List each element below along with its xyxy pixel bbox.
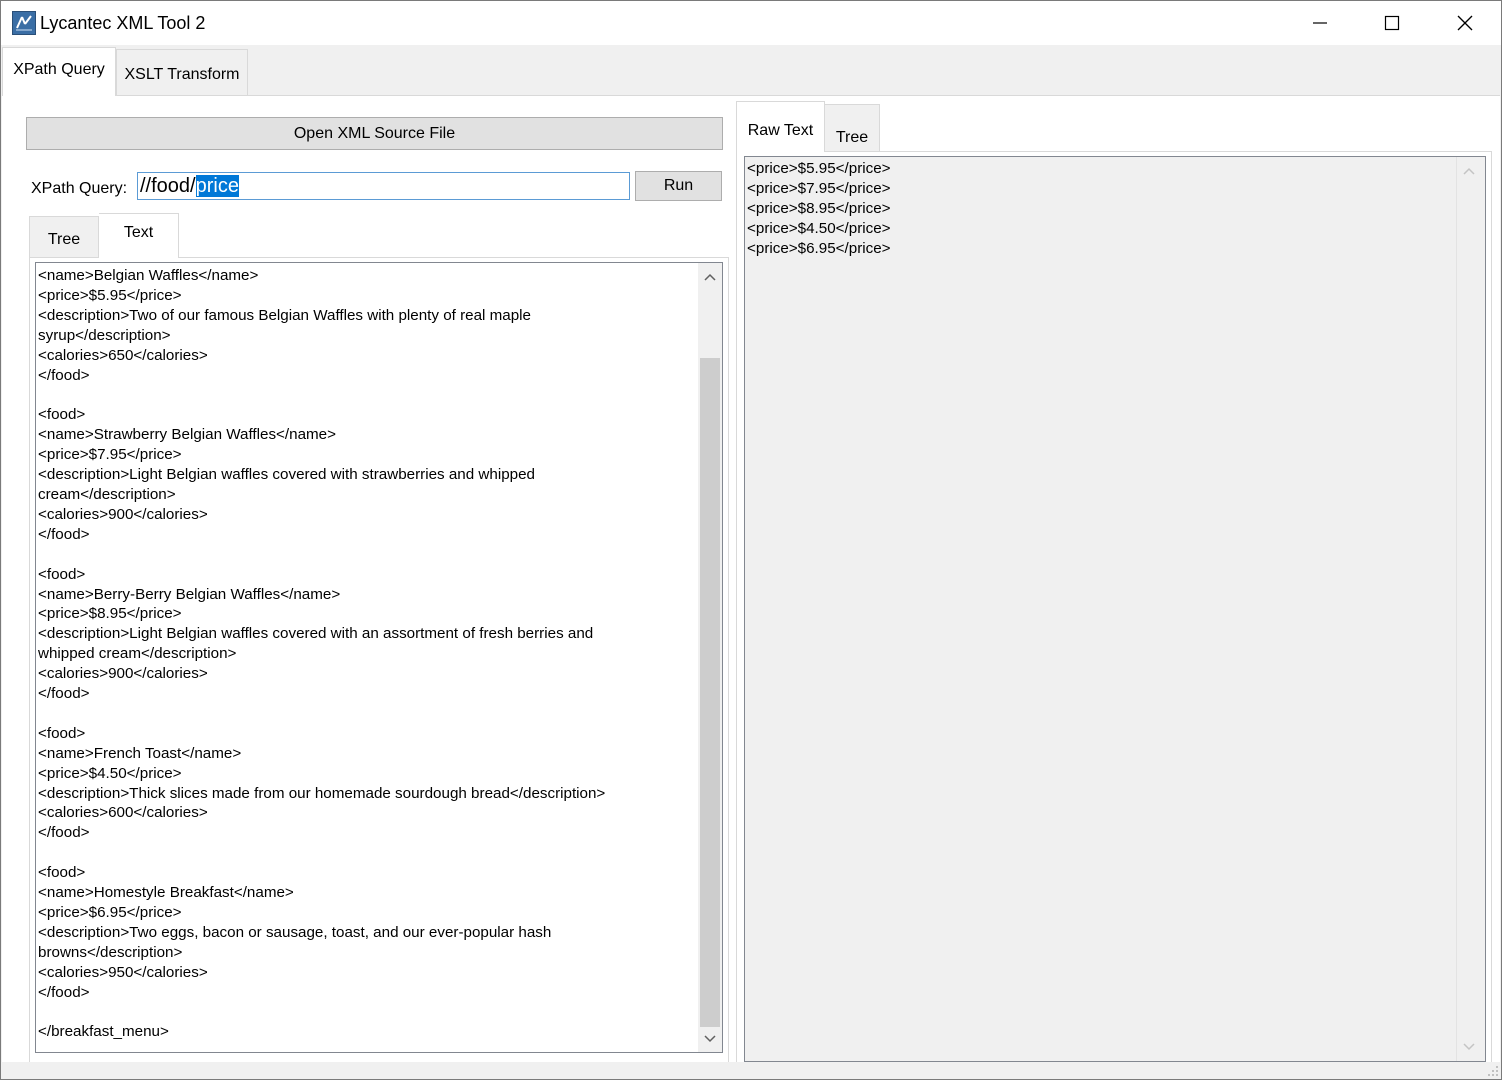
maximize-button[interactable]: [1356, 1, 1428, 45]
tab-right-raw-text[interactable]: Raw Text: [736, 101, 825, 152]
tab-left-tree[interactable]: Tree: [29, 216, 99, 258]
chevron-down-icon: [704, 1035, 716, 1043]
query-result-textbox[interactable]: <price>$5.95</price> <price>$7.95</price…: [744, 156, 1486, 1062]
run-button[interactable]: Run: [635, 171, 722, 201]
scroll-thumb[interactable]: [700, 358, 720, 1027]
tab-xpath-query[interactable]: XPath Query: [2, 47, 116, 96]
minimize-button[interactable]: [1284, 1, 1356, 45]
chevron-up-icon: [704, 273, 716, 281]
button-label: Open XML Source File: [293, 124, 456, 142]
scroll-down-button[interactable]: [698, 1029, 722, 1049]
scroll-up-button[interactable]: [698, 267, 722, 287]
query-result-text: <price>$5.95</price> <price>$7.95</price…: [747, 160, 891, 257]
main-tab-strip: XPath Query XSLT Transform: [1, 45, 1501, 96]
scroll-down-button[interactable]: [1457, 1037, 1481, 1057]
left-vertical-scrollbar[interactable]: [698, 263, 722, 1052]
selected-text: price: [195, 175, 239, 197]
open-xml-source-button[interactable]: Open XML Source File: [26, 117, 723, 150]
xpath-query-panel: Open XML Source File XPath Query: //food…: [2, 95, 1500, 1063]
chevron-down-icon: [1463, 1043, 1475, 1051]
tab-right-tree[interactable]: Tree: [825, 104, 880, 152]
right-vertical-scrollbar[interactable]: [1456, 157, 1481, 1061]
status-strip: [1, 1062, 1501, 1079]
chevron-up-icon: [1463, 167, 1475, 175]
tab-left-text[interactable]: Text: [99, 213, 179, 258]
button-label: Run: [663, 177, 694, 194]
tab-xslt-transform[interactable]: XSLT Transform: [116, 49, 248, 95]
close-icon: [1457, 15, 1473, 31]
tab-label: Tree: [835, 128, 869, 146]
minimize-icon: [1313, 22, 1327, 24]
input-text: //food/: [140, 175, 196, 197]
app-window: Lycantec XML Tool 2 XPath Query XSLT Tra…: [0, 0, 1502, 1080]
tab-label: Tree: [47, 230, 81, 248]
xpath-query-input[interactable]: //food/price: [137, 172, 630, 200]
resize-grip-icon[interactable]: [1487, 1065, 1499, 1077]
xml-source-text: <name>Belgian Waffles</name> <price>$5.9…: [38, 267, 606, 1041]
xpath-query-label: XPath Query:: [31, 180, 128, 197]
close-button[interactable]: [1429, 1, 1501, 45]
window-title: Lycantec XML Tool 2: [40, 13, 206, 33]
app-logo-icon: [12, 11, 36, 35]
scroll-up-button[interactable]: [1457, 161, 1481, 181]
xml-source-textbox[interactable]: <name>Belgian Waffles</name> <price>$5.9…: [35, 262, 723, 1053]
tab-label: XPath Query: [13, 61, 105, 78]
tab-label: Text: [123, 224, 154, 241]
title-bar[interactable]: Lycantec XML Tool 2: [1, 1, 1501, 45]
tab-label: XSLT Transform: [124, 65, 240, 83]
tab-label: Raw Text: [747, 122, 814, 139]
maximize-icon: [1384, 15, 1400, 31]
